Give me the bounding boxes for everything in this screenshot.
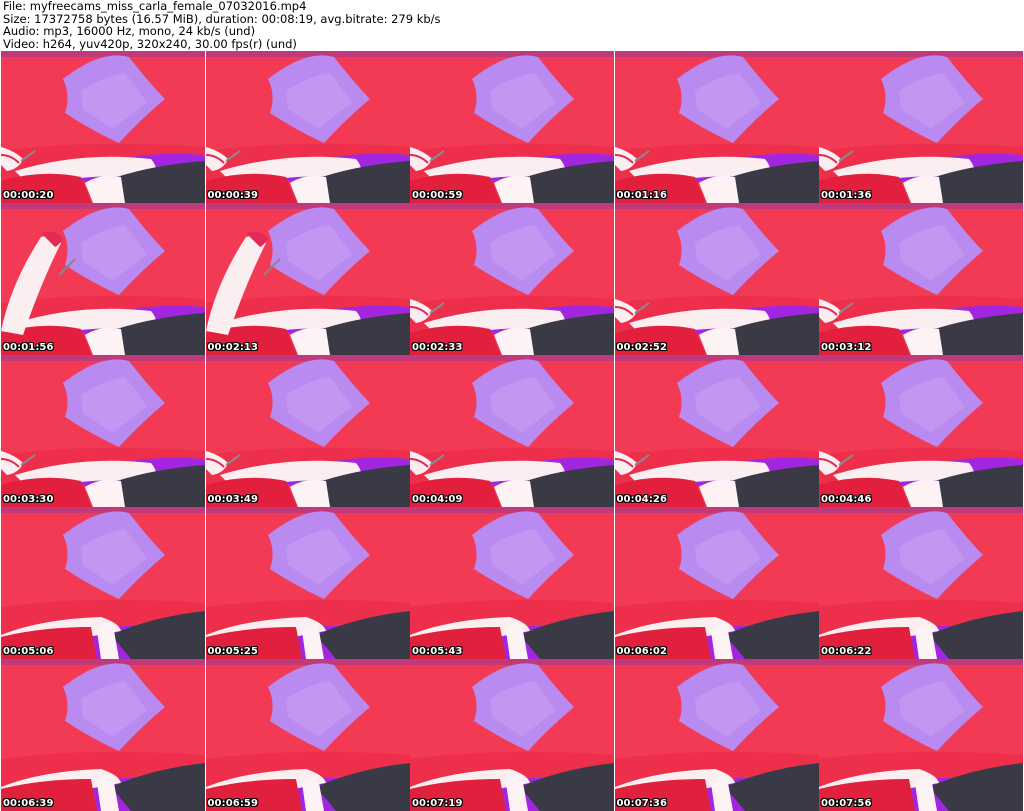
thumbnail-timestamp: 00:05:25 bbox=[207, 646, 259, 657]
video-thumbnail[interactable]: 00:04:09 bbox=[410, 355, 614, 507]
thumbnail-frame-image bbox=[819, 355, 1023, 507]
video-thumbnail[interactable]: 00:06:22 bbox=[819, 507, 1023, 659]
video-thumbnail[interactable]: 00:01:16 bbox=[614, 51, 819, 203]
thumbnail-timestamp: 00:07:56 bbox=[821, 798, 872, 809]
thumbnail-frame-image bbox=[614, 507, 819, 659]
thumbnail-timestamp: 00:07:36 bbox=[616, 798, 668, 809]
file-info-header: File: myfreecams_miss_carla_female_07032… bbox=[3, 0, 1021, 50]
thumbnail-timestamp: 00:07:19 bbox=[412, 798, 463, 809]
thumbnail-timestamp: 00:01:56 bbox=[3, 342, 54, 353]
thumbnail-frame-image bbox=[1, 507, 205, 659]
video-thumbnail[interactable]: 00:07:19 bbox=[410, 659, 614, 811]
video-thumbnail[interactable]: 00:03:30 bbox=[1, 355, 205, 507]
video-thumbnail[interactable]: 00:03:12 bbox=[819, 203, 1023, 355]
thumbnail-frame-image bbox=[205, 51, 410, 203]
video-thumbnail[interactable]: 00:02:33 bbox=[410, 203, 614, 355]
file-name-line: File: myfreecams_miss_carla_female_07032… bbox=[3, 0, 307, 13]
thumbnail-frame-image bbox=[205, 355, 410, 507]
thumbnail-frame-image bbox=[819, 507, 1023, 659]
thumbnail-timestamp: 00:00:59 bbox=[412, 190, 463, 201]
thumbnail-timestamp: 00:01:16 bbox=[616, 190, 668, 201]
video-thumbnail[interactable]: 00:06:02 bbox=[614, 507, 819, 659]
audio-info-line: Audio: mp3, 16000 Hz, mono, 24 kb/s (und… bbox=[3, 24, 256, 38]
video-info-line: Video: h264, yuv420p, 320x240, 30.00 fps… bbox=[3, 36, 297, 51]
thumbnail-frame-image bbox=[410, 203, 614, 355]
video-thumbnail[interactable]: 00:02:13 bbox=[205, 203, 410, 355]
video-thumbnail[interactable]: 00:05:06 bbox=[1, 507, 205, 659]
thumbnail-frame-image bbox=[410, 659, 614, 811]
thumbnail-frame-image bbox=[1, 659, 205, 811]
thumbnail-timestamp: 00:02:13 bbox=[207, 342, 259, 353]
thumbnail-frame-image bbox=[205, 203, 410, 355]
video-thumbnail[interactable]: 00:00:20 bbox=[1, 51, 205, 203]
thumbnail-frame-image bbox=[614, 203, 819, 355]
thumbnail-timestamp: 00:02:52 bbox=[616, 342, 668, 353]
thumbnail-frame-image bbox=[205, 659, 410, 811]
video-thumbnail[interactable]: 00:04:26 bbox=[614, 355, 819, 507]
thumbnail-timestamp: 00:03:30 bbox=[3, 494, 54, 505]
video-thumbnail[interactable]: 00:07:56 bbox=[819, 659, 1023, 811]
video-thumbnail[interactable]: 00:06:39 bbox=[1, 659, 205, 811]
video-thumbnail[interactable]: 00:03:49 bbox=[205, 355, 410, 507]
video-thumbnail[interactable]: 00:01:56 bbox=[1, 203, 205, 355]
thumbnail-timestamp: 00:02:33 bbox=[412, 342, 463, 353]
video-thumbnail[interactable]: 00:07:36 bbox=[614, 659, 819, 811]
video-thumbnail[interactable]: 00:05:25 bbox=[205, 507, 410, 659]
thumbnail-grid: 00:00:20 00:00:39 00:00:59 00:01:16 00:01:36… bbox=[1, 51, 1023, 811]
thumbnail-frame-image bbox=[614, 355, 819, 507]
thumbnail-frame-image bbox=[614, 659, 819, 811]
thumbnail-timestamp: 00:01:36 bbox=[821, 190, 872, 201]
thumbnail-timestamp: 00:00:39 bbox=[207, 190, 259, 201]
thumbnail-timestamp: 00:05:06 bbox=[3, 646, 54, 657]
video-thumbnail[interactable]: 00:02:52 bbox=[614, 203, 819, 355]
thumbnail-frame-image bbox=[819, 203, 1023, 355]
thumbnail-frame-image bbox=[1, 203, 205, 355]
thumbnail-frame-image bbox=[205, 507, 410, 659]
thumbnail-timestamp: 00:05:43 bbox=[412, 646, 463, 657]
thumbnail-timestamp: 00:04:09 bbox=[412, 494, 463, 505]
thumbnail-frame-image bbox=[1, 355, 205, 507]
thumbnail-timestamp: 00:06:39 bbox=[3, 798, 54, 809]
video-thumbnail[interactable]: 00:00:59 bbox=[410, 51, 614, 203]
video-thumbnail[interactable]: 00:05:43 bbox=[410, 507, 614, 659]
video-thumbnail[interactable]: 00:01:36 bbox=[819, 51, 1023, 203]
thumbnail-frame-image bbox=[410, 507, 614, 659]
thumbnail-timestamp: 00:04:26 bbox=[616, 494, 668, 505]
thumbnail-frame-image bbox=[1, 51, 205, 203]
thumbnail-timestamp: 00:06:59 bbox=[207, 798, 259, 809]
thumbnail-frame-image bbox=[410, 51, 614, 203]
thumbnail-frame-image bbox=[819, 51, 1023, 203]
video-thumbnail[interactable]: 00:04:46 bbox=[819, 355, 1023, 507]
thumbnail-timestamp: 00:00:20 bbox=[3, 190, 54, 201]
video-thumbnail[interactable]: 00:06:59 bbox=[205, 659, 410, 811]
thumbnail-timestamp: 00:03:49 bbox=[207, 494, 259, 505]
thumbnail-timestamp: 00:04:46 bbox=[821, 494, 872, 505]
thumbnail-timestamp: 00:03:12 bbox=[821, 342, 872, 353]
thumbnail-timestamp: 00:06:22 bbox=[821, 646, 872, 657]
thumbnail-frame-image bbox=[819, 659, 1023, 811]
thumbnail-frame-image bbox=[410, 355, 614, 507]
video-thumbnail[interactable]: 00:00:39 bbox=[205, 51, 410, 203]
thumbnail-timestamp: 00:06:02 bbox=[616, 646, 668, 657]
thumbnail-frame-image bbox=[614, 51, 819, 203]
